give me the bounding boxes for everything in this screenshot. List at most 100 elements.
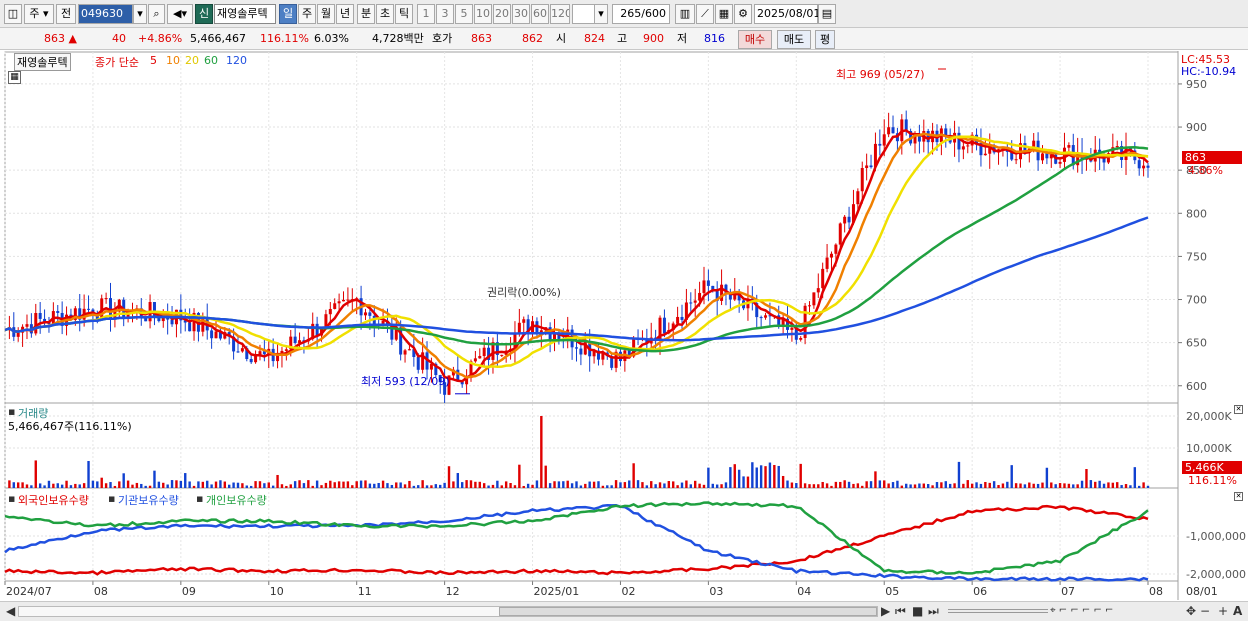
volume-bar: [1098, 480, 1101, 488]
interval-60[interactable]: 60: [531, 4, 549, 24]
high-annotation: 최고 969 (05/27): [836, 68, 925, 81]
volume-bar: [843, 480, 846, 488]
stop-icon[interactable]: ■: [912, 604, 923, 618]
volume-bar: [636, 480, 640, 488]
interval-10[interactable]: 10: [474, 4, 492, 24]
sell-button[interactable]: 매도: [777, 30, 811, 49]
move-icon[interactable]: ✥: [1186, 604, 1196, 618]
volume-bar: [795, 483, 798, 488]
crosshair-icons[interactable]: ⌖ ⌐ ⌐ ⌐ ⌐ ⌐: [1050, 604, 1113, 618]
volume-bar: [786, 480, 789, 488]
volume-value-label: 5,466,467주(116.11%): [8, 420, 132, 433]
volume-bar: [364, 480, 367, 488]
window-icon[interactable]: ◫: [4, 4, 22, 24]
x-tick-label: 07: [1061, 585, 1075, 598]
volume-close-icon[interactable]: ✕: [1234, 405, 1243, 414]
volume-bar: [685, 480, 688, 488]
volume-bar: [377, 482, 380, 488]
volume-bar: [113, 485, 117, 488]
interval-1[interactable]: 1: [417, 4, 435, 24]
interval-dropdown-icon[interactable]: ▾: [594, 4, 608, 24]
x-tick-label: 2025/01: [534, 585, 580, 598]
avg-button[interactable]: 평: [815, 30, 835, 49]
period-second[interactable]: 초: [376, 4, 394, 24]
zoom-in-icon[interactable]: +: [1218, 604, 1228, 618]
new-badge[interactable]: 신: [195, 4, 213, 24]
zoom-slider[interactable]: [948, 609, 1048, 613]
horizontal-scrollbar[interactable]: [18, 606, 878, 617]
candle-icon[interactable]: ▥: [675, 4, 695, 24]
font-icon[interactable]: A: [1233, 604, 1242, 618]
price-tick-label: 950: [1186, 78, 1207, 91]
period-mode-button[interactable]: 전: [56, 4, 76, 24]
volume-bar: [148, 485, 152, 488]
scroll-right-icon[interactable]: ▶: [881, 604, 890, 618]
stock-tab[interactable]: 재영솔루텍: [14, 53, 71, 71]
x-tick-label: 09: [182, 585, 196, 598]
scroll-left-icon[interactable]: ◀: [6, 604, 15, 618]
volume-bar: [1050, 482, 1053, 488]
volume-bar: [1120, 485, 1123, 488]
volume-bar: [478, 481, 481, 488]
period-minute[interactable]: 분: [357, 4, 375, 24]
volume-bar: [1072, 484, 1075, 488]
volume-bar: [1094, 481, 1097, 488]
interval-5[interactable]: 5: [455, 4, 473, 24]
search-icon[interactable]: ⌕: [148, 4, 165, 24]
volume-bar: [232, 482, 235, 488]
volume-bar: [988, 482, 991, 488]
sound-icon[interactable]: ◀▾: [167, 4, 193, 24]
volume-bar: [702, 484, 706, 488]
chart-area[interactable]: 950 900 850 800 750 700 650 600 2024/07 08 09 10 11 1…: [0, 51, 1248, 601]
gear-icon[interactable]: ⚙: [734, 4, 752, 24]
x-tick-label: 10: [270, 585, 284, 598]
period-tick[interactable]: 틱: [395, 4, 413, 24]
date-input[interactable]: 2025/08/01: [754, 4, 820, 24]
market-select[interactable]: 주 ▾: [24, 4, 54, 24]
forward-icon[interactable]: ⏭: [928, 604, 939, 618]
period-day[interactable]: 일: [279, 4, 297, 24]
volume-bar: [1023, 484, 1027, 488]
candle-body: [575, 347, 578, 349]
interval-30[interactable]: 30: [512, 4, 530, 24]
volume-bar: [329, 480, 332, 488]
candle-body: [276, 355, 280, 362]
volume-bar: [931, 485, 934, 488]
rewind-icon[interactable]: ⏮: [895, 604, 906, 618]
period-month[interactable]: 월: [317, 4, 335, 24]
change-value: 40: [112, 32, 126, 45]
zoom-out-icon[interactable]: −: [1200, 604, 1210, 618]
volume-bar: [1085, 469, 1088, 488]
count-field[interactable]: 265/600: [612, 4, 670, 24]
price-tick-label: 700: [1186, 294, 1207, 307]
volume-bar: [500, 485, 503, 488]
stock-name: 재영솔루텍: [214, 4, 276, 24]
interval-20[interactable]: 20: [493, 4, 511, 24]
volume-bar: [210, 484, 213, 488]
grid-icon[interactable]: ▦: [715, 4, 733, 24]
code-dropdown-icon[interactable]: ▾: [133, 4, 147, 24]
volume-bar: [773, 464, 776, 488]
scrollbar-thumb[interactable]: [499, 607, 877, 616]
period-week[interactable]: 주: [298, 4, 316, 24]
volume-bar: [570, 483, 574, 488]
stock-code-input[interactable]: 049630: [78, 4, 133, 24]
volume-bar: [768, 462, 772, 488]
volume-bar: [777, 465, 780, 488]
line-icon[interactable]: ⟋: [696, 4, 714, 24]
calendar-icon[interactable]: ▤: [818, 4, 836, 24]
interval-120[interactable]: 120: [550, 4, 570, 24]
table-icon[interactable]: ▦: [8, 71, 21, 84]
volume-bar: [386, 483, 389, 488]
period-year[interactable]: 년: [336, 4, 354, 24]
volume-bar: [280, 484, 284, 488]
volume-bar: [65, 480, 68, 488]
holdings-close-icon[interactable]: ✕: [1234, 492, 1243, 501]
interval-3[interactable]: 3: [436, 4, 454, 24]
volume-bar: [566, 480, 569, 488]
ma-10: 10: [166, 54, 180, 67]
volume-bar: [1089, 480, 1093, 488]
volume-bar: [87, 460, 90, 488]
volume-bar: [47, 480, 51, 488]
buy-button[interactable]: 매수: [738, 30, 772, 49]
